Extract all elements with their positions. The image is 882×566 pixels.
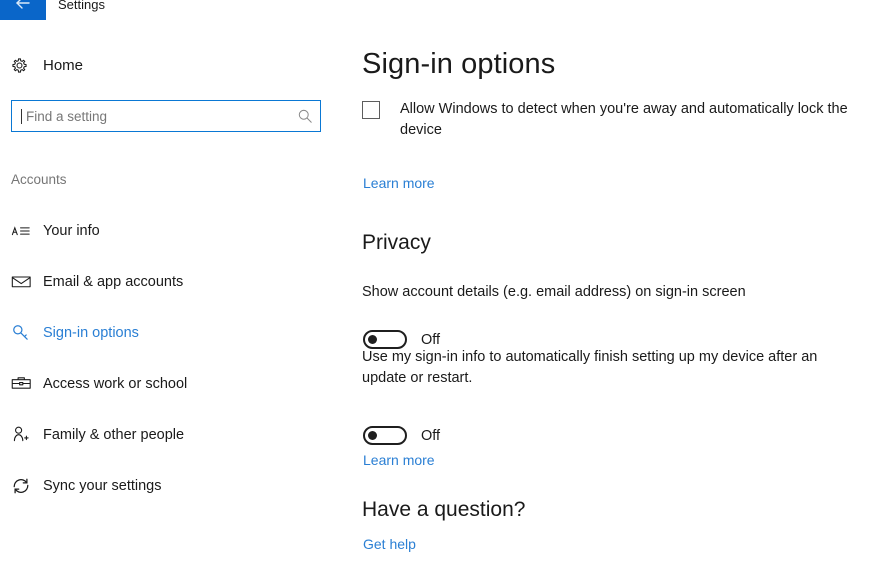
sidebar-item-label: Access work or school bbox=[43, 375, 188, 392]
sidebar-nav: Your info Email & app accounts Sign-in o… bbox=[0, 205, 340, 511]
dynamic-lock-checkbox-row[interactable]: Allow Windows to detect when you're away… bbox=[362, 99, 862, 141]
sidebar-item-sign-in-options[interactable]: Sign-in options bbox=[0, 307, 340, 358]
dynamic-lock-checkbox-label: Allow Windows to detect when you're away… bbox=[400, 101, 848, 138]
sidebar-item-family-other-people[interactable]: Family & other people bbox=[0, 409, 340, 460]
contact-card-icon bbox=[11, 223, 43, 239]
have-a-question-heading: Have a question? bbox=[362, 498, 526, 521]
sidebar-item-home-label: Home bbox=[43, 56, 84, 74]
get-help-link[interactable]: Get help bbox=[363, 536, 416, 552]
person-add-icon bbox=[11, 425, 43, 444]
gear-icon bbox=[10, 56, 40, 75]
toggle-knob bbox=[368, 335, 377, 344]
use-sign-in-info-label: Use my sign-in info to automatically fin… bbox=[362, 349, 818, 386]
show-account-details-label: Show account details (e.g. email address… bbox=[362, 284, 746, 300]
sidebar-item-sync-your-settings[interactable]: Sync your settings bbox=[0, 460, 340, 511]
privacy-heading: Privacy bbox=[362, 231, 431, 254]
dynamic-lock-checkbox[interactable] bbox=[362, 101, 380, 119]
page-title: Sign-in options bbox=[362, 48, 556, 80]
toggle-knob bbox=[368, 431, 377, 440]
settings-window: Settings Home Find a setting Accounts Yo… bbox=[0, 0, 882, 566]
key-icon bbox=[11, 323, 43, 342]
sidebar-item-label: Sync your settings bbox=[43, 477, 162, 494]
sidebar-item-label: Your info bbox=[43, 222, 100, 239]
sync-icon bbox=[11, 476, 43, 496]
title-bar: Settings bbox=[0, 0, 882, 20]
sidebar-section-label: Accounts bbox=[11, 172, 67, 187]
use-sign-in-info-toggle[interactable] bbox=[363, 426, 407, 445]
sidebar-item-label: Sign-in options bbox=[43, 324, 139, 341]
sidebar-item-email-app-accounts[interactable]: Email & app accounts bbox=[0, 256, 340, 307]
sidebar-item-your-info[interactable]: Your info bbox=[0, 205, 340, 256]
learn-more-link-privacy[interactable]: Learn more bbox=[363, 452, 435, 468]
sidebar-item-label: Family & other people bbox=[43, 426, 185, 443]
sidebar-item-label: Email & app accounts bbox=[43, 273, 184, 290]
briefcase-icon bbox=[11, 375, 43, 392]
search-box[interactable] bbox=[11, 100, 321, 132]
search-input[interactable] bbox=[22, 101, 290, 131]
sidebar-item-access-work-or-school[interactable]: Access work or school bbox=[0, 358, 340, 409]
learn-more-link-dynamic-lock[interactable]: Learn more bbox=[363, 175, 435, 191]
search-icon[interactable] bbox=[290, 108, 320, 124]
show-account-details-toggle-state: Off bbox=[421, 331, 441, 348]
back-arrow-icon bbox=[14, 0, 32, 20]
app-title: Settings bbox=[58, 0, 105, 12]
sidebar-item-home[interactable]: Home bbox=[10, 50, 310, 80]
use-sign-in-info-toggle-state: Off bbox=[421, 427, 441, 444]
main-content: Sign-in options Allow Windows to detect … bbox=[360, 20, 882, 566]
use-sign-in-info-toggle-row[interactable]: Off bbox=[363, 426, 440, 445]
sidebar: Home Accounts bbox=[0, 20, 340, 566]
back-button[interactable] bbox=[0, 0, 46, 20]
envelope-icon bbox=[11, 274, 43, 289]
